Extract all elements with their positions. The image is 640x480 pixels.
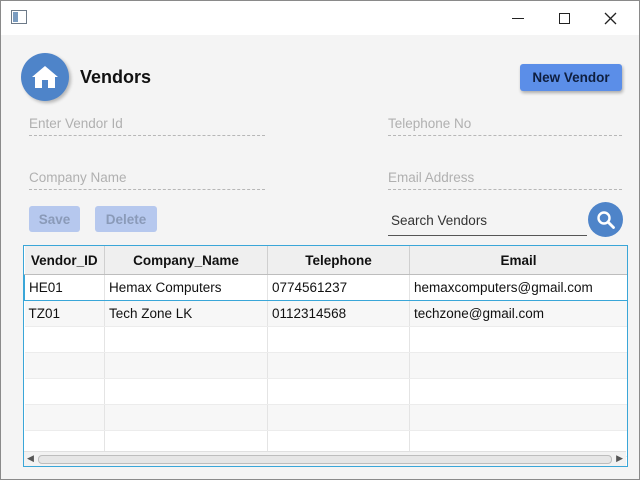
app-window: Vendors New Vendor Enter Vendor Id Telep… [0, 0, 640, 480]
app-icon [11, 10, 27, 24]
page-title: Vendors [80, 67, 152, 87]
column-header[interactable]: Email [409, 246, 627, 275]
close-icon [604, 12, 616, 24]
search-button[interactable] [588, 202, 623, 237]
table-cell: Hemax Computers [104, 274, 268, 301]
new-vendor-button[interactable]: New Vendor [520, 64, 622, 91]
vendors-table[interactable]: Vendor_ID Company_Name Telephone Email H… [23, 245, 628, 467]
scroll-left-icon[interactable]: ◀ [27, 454, 34, 464]
table-row[interactable]: TZ01 Tech Zone LK 0112314568 techzone@gm… [24, 300, 627, 327]
delete-button[interactable]: Delete [95, 206, 157, 232]
title-bar [1, 1, 639, 35]
close-button[interactable] [587, 1, 633, 35]
scroll-right-icon[interactable]: ▶ [616, 454, 623, 464]
table-cell: TZ01 [24, 300, 105, 327]
email-field[interactable]: Email Address [388, 165, 622, 190]
column-header[interactable]: Telephone [267, 246, 410, 275]
maximize-button[interactable] [541, 1, 587, 35]
column-header[interactable]: Vendor_ID [24, 246, 105, 275]
save-button[interactable]: Save [29, 206, 80, 232]
vendor-id-field[interactable]: Enter Vendor Id [29, 111, 265, 136]
home-icon [32, 66, 58, 88]
table-cell: Tech Zone LK [104, 300, 268, 327]
home-button[interactable] [21, 53, 69, 101]
search-input[interactable]: Search Vendors [388, 206, 587, 236]
table-row[interactable]: HE01 Hemax Computers 0774561237 hemaxcom… [24, 274, 627, 301]
empty-row [24, 378, 627, 405]
maximize-icon [558, 12, 570, 24]
company-name-field[interactable]: Company Name [29, 165, 265, 190]
table-cell: 0112314568 [267, 300, 410, 327]
empty-row [24, 352, 627, 379]
search-icon [596, 210, 615, 229]
table-cell: techzone@gmail.com [409, 300, 627, 327]
empty-row [24, 326, 627, 353]
telephone-field[interactable]: Telephone No [388, 111, 622, 136]
table-cell: hemaxcomputers@gmail.com [409, 274, 627, 301]
column-header[interactable]: Company_Name [104, 246, 268, 275]
minimize-button[interactable] [495, 1, 541, 35]
table-cell: HE01 [24, 274, 105, 301]
minimize-icon [512, 17, 524, 19]
scroll-thumb[interactable] [38, 455, 612, 464]
horizontal-scrollbar[interactable]: ◀ ▶ [24, 451, 626, 466]
empty-row [24, 404, 627, 431]
table-cell: 0774561237 [267, 274, 410, 301]
table-header-row: Vendor_ID Company_Name Telephone Email [24, 246, 627, 275]
